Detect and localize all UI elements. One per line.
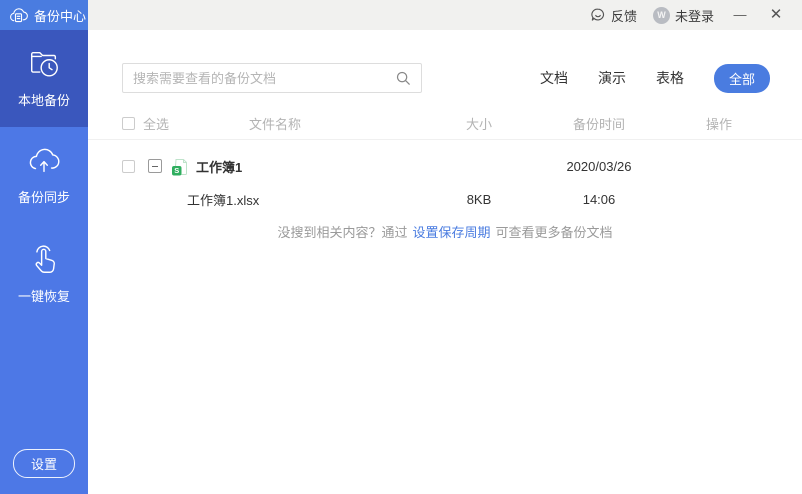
app-title: 备份中心 — [34, 8, 87, 24]
sidebar-item-label: 一键恢复 — [17, 289, 70, 304]
backup-center-window: 备份中心 反馈 W 未登录 — ✕ 本地备份 备份同步 一键恢复 设置 搜索需要… — [0, 0, 802, 494]
file-size-cell: 8KB — [466, 191, 492, 207]
avatar: W — [652, 6, 670, 24]
sidebar-item-one-key-restore[interactable]: 一键恢复 — [0, 224, 88, 323]
search-icon[interactable] — [395, 70, 411, 86]
set-save-period-link[interactable]: 设置保存周期 — [412, 225, 490, 240]
column-header-time: 备份时间 — [572, 117, 625, 132]
sidebar-item-label: 本地备份 — [17, 93, 70, 108]
column-header-name: 文件名称 — [249, 117, 302, 132]
hint-suffix: 可查看更多备份文档 — [495, 225, 613, 240]
collapse-icon[interactable] — [148, 159, 162, 173]
minimize-button[interactable]: — — [730, 5, 750, 25]
feedback-bubble-icon — [590, 7, 606, 23]
column-header-size: 大小 — [465, 117, 492, 132]
filter-tab-docs[interactable]: 文档 — [540, 68, 568, 88]
folder-clock-icon — [26, 47, 62, 81]
column-header-action: 操作 — [705, 117, 732, 132]
titlebar: 备份中心 反馈 W 未登录 — ✕ — [0, 0, 802, 30]
filter-tab-slides[interactable]: 演示 — [598, 68, 626, 88]
titlebar-actions: 反馈 W 未登录 — ✕ — [590, 0, 802, 30]
main-content: 文档 演示 表格 全部 全选 文件名称 大小 备份时间 操作 S — [88, 30, 802, 494]
table-header: 全选 文件名称 大小 备份时间 操作 — [88, 108, 802, 140]
group-name-area: 工作簿1 — [189, 157, 424, 176]
group-date-cell: 2020/03/26 — [566, 158, 632, 174]
account-login[interactable]: W 未登录 — [652, 6, 714, 25]
toolbar: 文档 演示 表格 全部 — [122, 63, 770, 93]
filter-tabs: 文档 演示 表格 全部 — [540, 63, 770, 93]
hint-prefix: 没搜到相关内容？通过 — [277, 225, 408, 240]
app-logo-area: 备份中心 — [0, 0, 88, 30]
select-all-label: 全选 — [143, 117, 170, 132]
feedback-button[interactable]: 反馈 — [590, 6, 637, 25]
feedback-label: 反馈 — [610, 8, 637, 24]
group-name[interactable]: 工作簿1 — [196, 157, 242, 176]
sidebar-item-label: 备份同步 — [17, 190, 70, 205]
search-input[interactable] — [123, 70, 395, 86]
filter-tab-all[interactable]: 全部 — [713, 63, 770, 93]
search-box — [122, 63, 422, 93]
settings-button[interactable]: 设置 — [12, 449, 76, 478]
cloud-upload-icon — [25, 144, 63, 178]
cloud-doc-logo-icon — [9, 7, 28, 24]
svg-text:S: S — [174, 166, 179, 175]
sidebar-item-backup-sync[interactable]: 备份同步 — [0, 127, 88, 224]
file-time-cell: 14:06 — [582, 191, 616, 207]
filter-tab-sheets[interactable]: 表格 — [656, 68, 684, 88]
sidebar-item-local-backup[interactable]: 本地备份 — [0, 30, 88, 127]
close-button[interactable]: ✕ — [766, 5, 786, 25]
login-status-label: 未登录 — [674, 8, 714, 24]
file-name[interactable]: 工作簿1.xlsx — [122, 190, 424, 209]
table-row-group: S 工作簿1 2020/03/26 — [88, 146, 802, 186]
row-checkbox[interactable] — [122, 159, 135, 173]
hand-click-icon — [26, 241, 62, 277]
sidebar: 本地备份 备份同步 一键恢复 设置 — [0, 30, 88, 494]
spreadsheet-file-icon: S — [171, 157, 189, 176]
table-row-file[interactable]: 工作簿1.xlsx 8KB 14:06 — [88, 186, 802, 212]
select-all-checkbox[interactable] — [122, 117, 135, 130]
search-hint: 没搜到相关内容？通过 设置保存周期 可查看更多备份文档 — [88, 222, 802, 241]
